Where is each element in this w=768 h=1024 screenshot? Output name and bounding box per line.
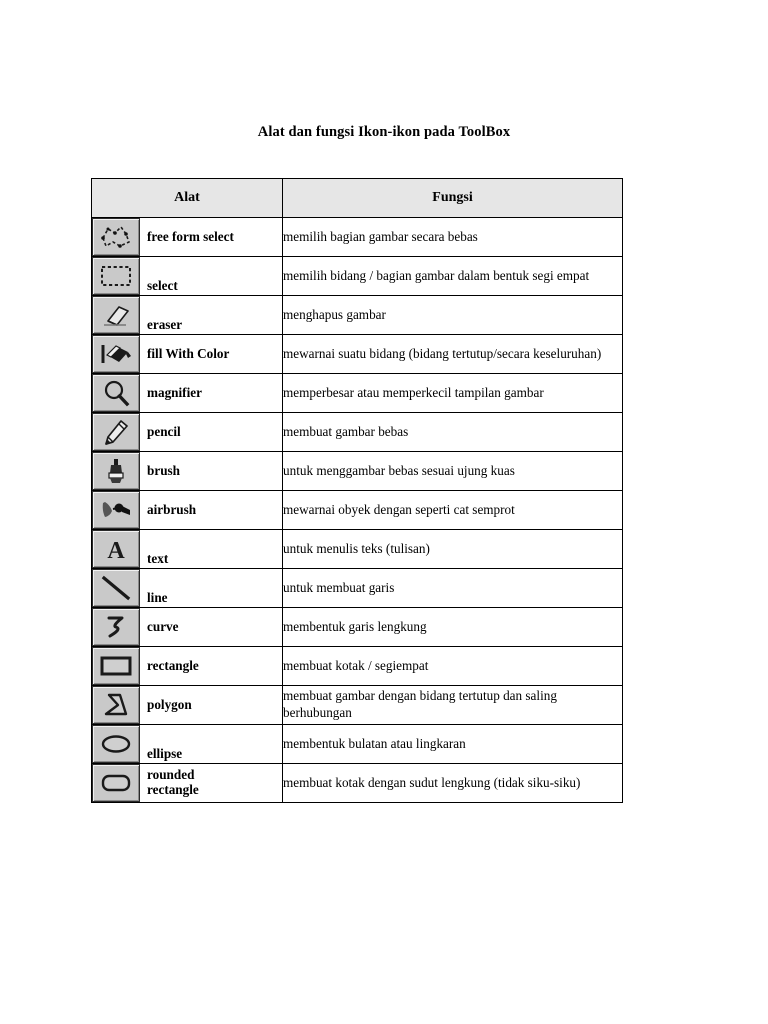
table-row: brush untuk menggambar bebas sesuai ujun… bbox=[91, 451, 623, 491]
tool-label: polygon bbox=[147, 696, 192, 712]
brush-icon bbox=[92, 452, 140, 490]
description-cell: menghapus gambar bbox=[282, 295, 623, 335]
magnifier-icon bbox=[92, 374, 140, 412]
polygon-icon bbox=[92, 686, 140, 724]
description-cell: membuat gambar dengan bidang tertutup da… bbox=[282, 685, 623, 725]
table-header-row: Alat Fungsi bbox=[91, 178, 623, 218]
tool-cell: A text bbox=[91, 529, 283, 569]
table-row: rounded rectangle membuat kotak dengan s… bbox=[91, 763, 623, 803]
tool-cell: magnifier bbox=[91, 373, 283, 413]
tool-cell: free form select bbox=[91, 217, 283, 257]
tool-cell: eraser bbox=[91, 295, 283, 335]
page-title: Alat dan fungsi Ikon-ikon pada ToolBox bbox=[257, 124, 511, 140]
column-header-alat: Alat bbox=[91, 178, 283, 218]
document-page: Alat dan fungsi Ikon-ikon pada ToolBox A… bbox=[0, 0, 768, 1024]
table-body: free form select memilih bagian gambar s… bbox=[91, 217, 623, 803]
tool-label: fill With Color bbox=[147, 345, 230, 361]
table-row: airbrush mewarnai obyek dengan seperti c… bbox=[91, 490, 623, 530]
tool-cell: fill With Color bbox=[91, 334, 283, 374]
tool-label: line bbox=[147, 590, 168, 606]
rectangle-icon bbox=[92, 647, 140, 685]
description-cell: mewarnai obyek dengan seperti cat sempro… bbox=[282, 490, 623, 530]
table-row: curve membentuk garis lengkung bbox=[91, 607, 623, 647]
table-row: magnifier memperbesar atau memperkecil t… bbox=[91, 373, 623, 413]
description-cell: membuat kotak / segiempat bbox=[282, 646, 623, 686]
tool-cell: rounded rectangle bbox=[91, 763, 283, 803]
description-cell: untuk menggambar bebas sesuai ujung kuas bbox=[282, 451, 623, 491]
tool-cell: pencil bbox=[91, 412, 283, 452]
column-header-fungsi: Fungsi bbox=[282, 178, 623, 218]
tool-cell: polygon bbox=[91, 685, 283, 725]
table-row: line untuk membuat garis bbox=[91, 568, 623, 608]
eraser-icon bbox=[92, 296, 140, 334]
table-row: ellipse membentuk bulatan atau lingkaran bbox=[91, 724, 623, 764]
tool-label: rounded rectangle bbox=[147, 767, 199, 797]
pencil-icon bbox=[92, 413, 140, 451]
description-cell: membuat kotak dengan sudut lengkung (tid… bbox=[282, 763, 623, 803]
tool-label: curve bbox=[147, 618, 179, 634]
fill-with-color-icon bbox=[92, 335, 140, 373]
ellipse-icon bbox=[92, 725, 140, 763]
table-row: polygon membuat gambar dengan bidang ter… bbox=[91, 685, 623, 725]
table-row: rectangle membuat kotak / segiempat bbox=[91, 646, 623, 686]
table-row: eraser menghapus gambar bbox=[91, 295, 623, 335]
tool-cell: line bbox=[91, 568, 283, 608]
tool-cell: rectangle bbox=[91, 646, 283, 686]
description-cell: untuk membuat garis bbox=[282, 568, 623, 608]
table-row: fill With Color mewarnai suatu bidang (b… bbox=[91, 334, 623, 374]
description-cell: memilih bagian gambar secara bebas bbox=[282, 217, 623, 257]
tool-label: select bbox=[147, 278, 178, 294]
tool-cell: brush bbox=[91, 451, 283, 491]
description-cell: untuk menulis teks (tulisan) bbox=[282, 529, 623, 569]
description-cell: membuat gambar bebas bbox=[282, 412, 623, 452]
text-icon: A bbox=[92, 530, 140, 568]
tool-label: airbrush bbox=[147, 501, 197, 517]
tool-label: magnifier bbox=[147, 384, 202, 400]
rounded-rectangle-icon bbox=[92, 764, 140, 802]
select-icon bbox=[92, 257, 140, 295]
tool-label: brush bbox=[147, 462, 180, 478]
toolbox-table: Alat Fungsi free form select memilih bag… bbox=[91, 178, 623, 803]
description-cell: memperbesar atau memperkecil tampilan ga… bbox=[282, 373, 623, 413]
description-cell: memilih bidang / bagian gambar dalam ben… bbox=[282, 256, 623, 296]
description-cell: mewarnai suatu bidang (bidang tertutup/s… bbox=[282, 334, 623, 374]
tool-cell: airbrush bbox=[91, 490, 283, 530]
tool-label: ellipse bbox=[147, 746, 183, 762]
tool-label: pencil bbox=[147, 423, 181, 439]
tool-label: free form select bbox=[147, 228, 234, 244]
tool-label: text bbox=[147, 551, 169, 567]
curve-icon bbox=[92, 608, 140, 646]
airbrush-icon bbox=[92, 491, 140, 529]
table-row: pencil membuat gambar bebas bbox=[91, 412, 623, 452]
table-row: A text untuk menulis teks (tulisan) bbox=[91, 529, 623, 569]
tool-cell: select bbox=[91, 256, 283, 296]
tool-cell: curve bbox=[91, 607, 283, 647]
table-row: free form select memilih bagian gambar s… bbox=[91, 217, 623, 257]
description-cell: membentuk garis lengkung bbox=[282, 607, 623, 647]
free-form-select-icon bbox=[92, 218, 140, 256]
tool-label: rectangle bbox=[147, 657, 199, 673]
line-icon bbox=[92, 569, 140, 607]
svg-text:A: A bbox=[107, 538, 125, 562]
table-row: select memilih bidang / bagian gambar da… bbox=[91, 256, 623, 296]
tool-label: eraser bbox=[147, 317, 183, 333]
tool-cell: ellipse bbox=[91, 724, 283, 764]
description-cell: membentuk bulatan atau lingkaran bbox=[282, 724, 623, 764]
